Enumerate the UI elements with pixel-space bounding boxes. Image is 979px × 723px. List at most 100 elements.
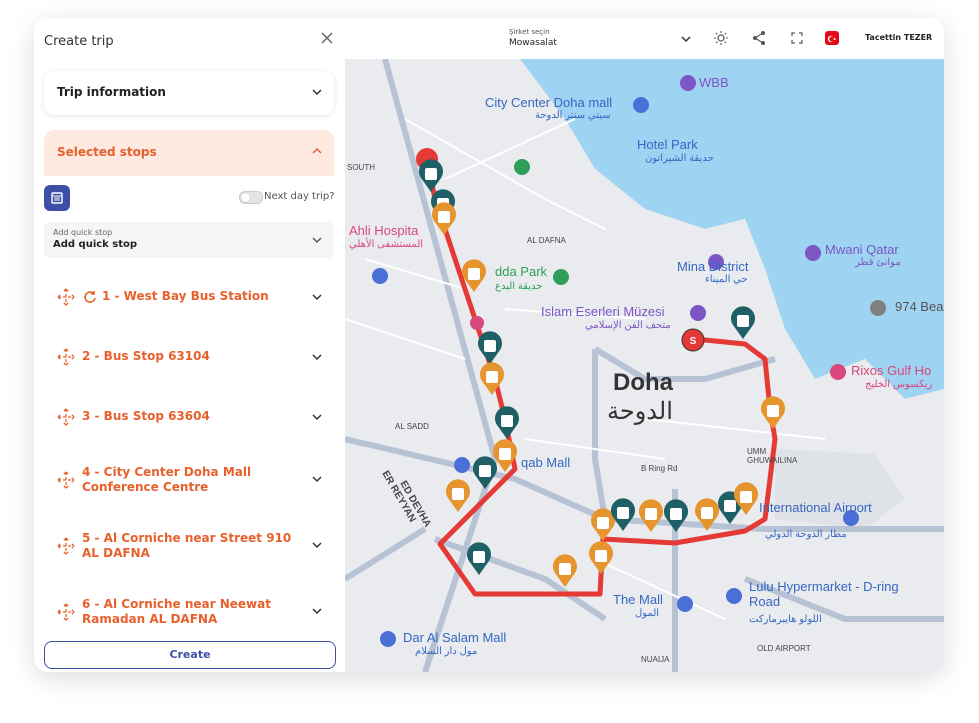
next-day-label: Next day trip? [264, 191, 335, 202]
map-label-al-dafna: AL DAFNA [527, 236, 566, 245]
stop-label: 6 - Al Corniche near Neewat Ramadan AL D… [82, 597, 271, 626]
move-icon[interactable] [56, 287, 76, 307]
map-label-islam: Islam Eserleri Müzesi [541, 304, 665, 319]
share-icon[interactable] [751, 30, 767, 46]
map-label-umm: UMM GHUWAILINA [747, 447, 798, 465]
stop-label: 1 - West Bay Bus Station [102, 289, 269, 303]
map-label-nuaija: NUAIJA [641, 655, 670, 664]
chevron-down-icon [681, 36, 691, 43]
map-label-park: dda Park [495, 264, 548, 279]
move-icon[interactable] [56, 470, 76, 490]
map-label-mina: Mina District [677, 259, 749, 274]
map-label-qab: qab Mall [521, 455, 571, 470]
close-icon[interactable] [319, 30, 335, 46]
chevron-down-icon [312, 542, 322, 549]
stop-label: 5 - Al Corniche near Street 910 AL DAFNA [82, 531, 292, 560]
shop-poi-icon[interactable] [372, 268, 388, 284]
chevron-down-icon [312, 608, 322, 615]
chevron-down-icon [312, 237, 322, 244]
move-icon[interactable] [56, 536, 76, 556]
list-item[interactable]: 4 - City Center Doha Mall Conference Cen… [44, 450, 334, 512]
map-label-hospital: Ahli Hospita [349, 223, 419, 238]
chevron-down-icon [312, 354, 322, 361]
chevron-down-icon [312, 294, 322, 301]
mall-poi-icon[interactable] [454, 457, 470, 473]
top-bar: Şirket seçin Mowasalat Tacettin TEZER [345, 18, 944, 59]
company-value: Mowasalat [509, 38, 557, 48]
list-item[interactable]: 5 - Al Corniche near Street 910 AL DAFNA [44, 516, 334, 578]
move-icon[interactable] [56, 347, 76, 367]
map-label-al-sadd: AL SADD [395, 422, 429, 431]
map-label-islam-ar: متحف الفن الإسلامي [585, 320, 671, 331]
company-select[interactable]: Şirket seçin Mowasalat [505, 23, 697, 53]
port-poi-icon[interactable] [805, 245, 821, 261]
list-item[interactable]: 2 - Bus Stop 63104 [44, 330, 334, 388]
next-day-toggle[interactable]: Next day trip? [239, 189, 339, 205]
selected-stops-label: Selected stops [57, 145, 157, 159]
chevron-down-icon [312, 414, 322, 421]
list-item[interactable]: 6 - Al Corniche near Neewat Ramadan AL D… [44, 582, 334, 630]
stop-label: 4 - City Center Doha Mall Conference Cen… [82, 465, 252, 494]
map-label-wbb: WBB [699, 75, 729, 90]
create-trip-panel: Create trip Trip information Selected st… [34, 18, 345, 672]
mall-poi-icon[interactable] [380, 631, 396, 647]
move-icon[interactable] [56, 407, 76, 427]
map-label-mall-ar: المول [635, 608, 660, 619]
map-label-lulu-ar: اللولو هايبرماركت [749, 614, 822, 625]
map-label-city-center-ar: سيتي سنتر الدوحة [535, 110, 611, 121]
museum-poi-icon[interactable] [690, 305, 706, 321]
turkey-flag-icon[interactable] [825, 31, 839, 45]
fullscreen-icon[interactable] [789, 30, 805, 46]
move-icon[interactable] [56, 602, 76, 622]
map-label-dar: Dar Al Salam Mall [403, 630, 507, 645]
map-label-mwani: Mwani Qatar [825, 242, 899, 257]
chevron-down-icon [312, 89, 322, 96]
map-label-hotel-park: Hotel Park [637, 137, 698, 152]
chevron-up-icon [312, 147, 322, 154]
map-label-airport-ar: مطار الدوحة الدولي [765, 529, 847, 540]
map-label-old-airport: OLD AIRPORT [757, 644, 811, 653]
next-day-switch[interactable] [239, 191, 263, 204]
map-label-hotel-park-ar: حديقة الشيراتون [645, 153, 714, 164]
map-label-974: 974 Bea [895, 299, 944, 314]
panel-title: Create trip [44, 34, 114, 49]
quick-stop-value: Add quick stop [53, 239, 138, 250]
list-item[interactable]: 3 - Bus Stop 63604 [44, 390, 334, 448]
panel-header: Create trip [44, 30, 335, 50]
map-label-dar-ar: مول دار السلام [415, 646, 478, 657]
park-poi-icon[interactable] [514, 159, 530, 175]
stop-label: 3 - Bus Stop 63604 [82, 409, 210, 423]
map-label-mwani-ar: موانئ قطر [855, 257, 901, 268]
map-label-doha: Doha [613, 369, 673, 396]
user-name[interactable]: Tacettin TEZER [865, 33, 932, 42]
trip-information-section[interactable]: Trip information [44, 71, 334, 115]
map-label-b-ring: B Ring Rd [641, 464, 678, 473]
sun-icon[interactable] [713, 30, 729, 46]
loop-icon [84, 291, 96, 303]
map-label-south: SOUTH [347, 163, 375, 172]
calendar-icon [51, 192, 63, 204]
map-label-lulu: Lulu Hypermarket - D-ring Road [749, 579, 899, 609]
list-item[interactable]: 1 - West Bay Bus Station [44, 270, 334, 328]
stadium-poi-icon[interactable] [870, 300, 886, 316]
map-label-airport: International Airport [759, 500, 872, 515]
app-window: Create trip Trip information Selected st… [34, 18, 944, 672]
map-label-hospital-ar: المستشفى الأهلي [349, 239, 424, 250]
create-button[interactable]: Create [44, 641, 336, 669]
map-label-rixos: Rixos Gulf Ho [851, 363, 932, 378]
chevron-down-icon [312, 476, 322, 483]
park-poi-icon[interactable] [553, 269, 569, 285]
hospital-poi-icon[interactable] [470, 316, 484, 330]
hotel-poi-icon[interactable] [830, 364, 846, 380]
end-marker-letter: S [690, 336, 697, 347]
map-label-city-center: City Center Doha mall [485, 95, 613, 110]
hypermarket-poi-icon[interactable] [726, 588, 742, 604]
selected-stops-section[interactable]: Selected stops [44, 130, 334, 176]
map-view[interactable]: S City Center Doha mall سيتي سنتر الدوحة… [345, 59, 944, 672]
company-placeholder: Şirket seçin [509, 28, 550, 36]
mall-poi-icon[interactable] [633, 97, 649, 113]
mall-poi-icon[interactable] [677, 596, 693, 612]
calendar-button[interactable] [44, 185, 70, 211]
wbb-poi-icon[interactable] [680, 75, 696, 91]
quick-stop-select[interactable]: Add quick stop Add quick stop [44, 222, 334, 258]
